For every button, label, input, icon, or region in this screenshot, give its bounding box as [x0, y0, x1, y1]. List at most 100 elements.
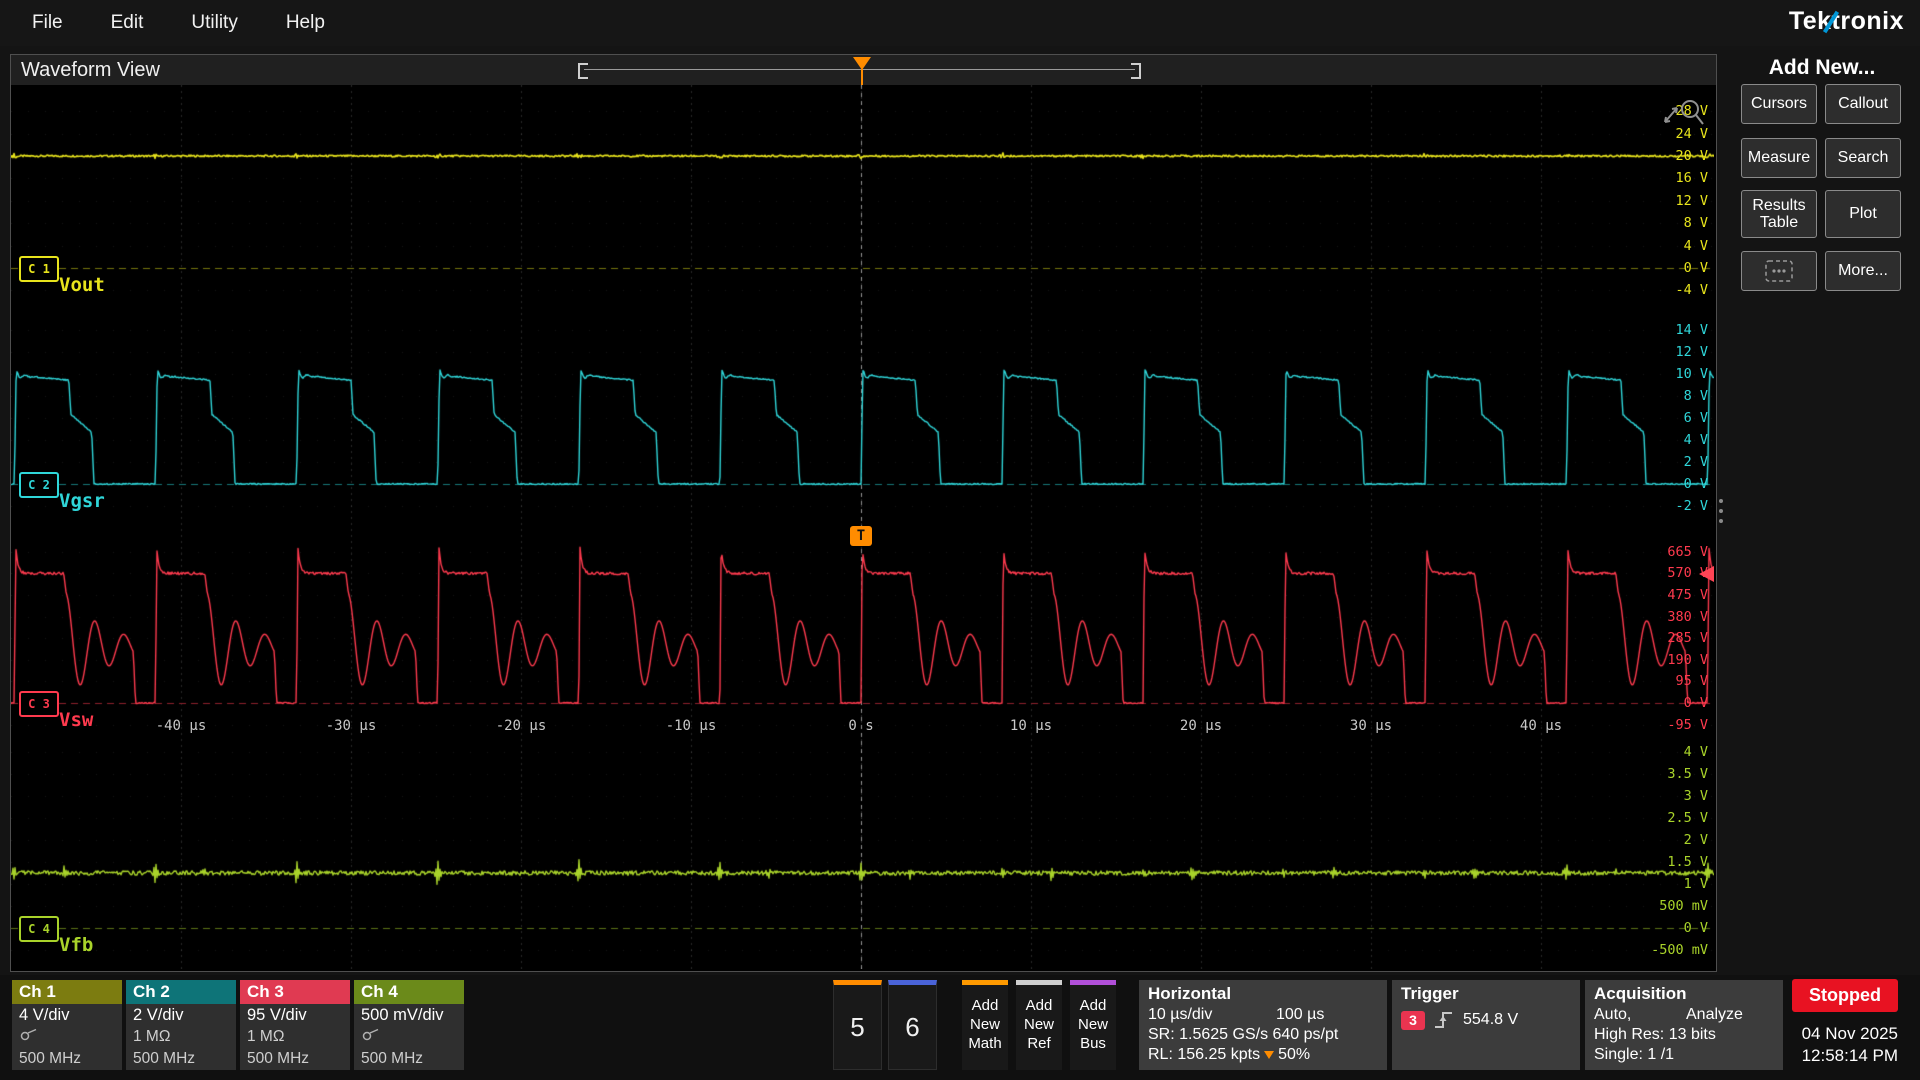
scale-label-ch4: 4 V — [1684, 744, 1708, 760]
grid-icon — [1764, 259, 1794, 283]
acquisition-mode: Auto, — [1594, 1006, 1686, 1024]
scale-label-ch4: 1.5 V — [1667, 854, 1708, 870]
channel-3-badge-panel[interactable]: Ch 3 95 V/div 1 MΩ 500 MHz — [240, 980, 350, 1070]
channel-1-badge-panel[interactable]: Ch 1 4 V/div 500 MHz — [12, 980, 122, 1070]
menu-help[interactable]: Help — [286, 12, 325, 34]
channel-badge-c2[interactable]: C 2 — [19, 472, 59, 498]
channel-2-impedance: 1 MΩ — [126, 1026, 236, 1048]
tektronix-logo: Tektronix — [1789, 7, 1904, 36]
waveform-view: Waveform View 28 V24 V20 V16 V12 V8 V4 V… — [10, 54, 1717, 972]
scale-label-ch3: 380 V — [1667, 609, 1708, 625]
add-new-ref-button[interactable]: Add New Ref — [1016, 980, 1062, 1070]
scale-label-ch1: -4 V — [1675, 282, 1708, 298]
waveform-plot[interactable]: 28 V24 V20 V16 V12 V8 V4 V0 V-4 VC 1Vout… — [11, 85, 1714, 969]
waveform-view-title: Waveform View — [21, 59, 160, 82]
search-button[interactable]: Search — [1825, 138, 1901, 178]
rising-edge-icon — [1433, 1010, 1455, 1030]
channel-4-badge-panel[interactable]: Ch 4 500 mV/div 500 MHz — [354, 980, 464, 1070]
trigger-title: Trigger — [1401, 984, 1571, 1004]
callout-button[interactable]: Callout — [1825, 84, 1901, 124]
time-axis-label: 20 µs — [1171, 718, 1231, 734]
scale-label-ch4: 2.5 V — [1667, 810, 1708, 826]
add-new-icon-button[interactable] — [1741, 251, 1817, 291]
trigger-level-arrow[interactable] — [1699, 566, 1714, 582]
acquisition-analyze: Analyze — [1686, 1006, 1743, 1024]
scale-label-ch2: 0 V — [1684, 476, 1708, 492]
channel-3-scale: 95 V/div — [240, 1004, 350, 1026]
horizontal-window: 100 µs — [1276, 1006, 1324, 1024]
channel-2-bandwidth: 500 MHz — [126, 1048, 236, 1070]
more-button[interactable]: More... — [1825, 251, 1901, 291]
scale-label-ch1: 8 V — [1684, 215, 1708, 231]
trigger-level: 554.8 V — [1463, 1011, 1518, 1029]
time-axis-label: 40 µs — [1511, 718, 1571, 734]
measure-button[interactable]: Measure — [1741, 138, 1817, 178]
channel-badge-c1[interactable]: C 1 — [19, 256, 59, 282]
scale-label-ch4: 3.5 V — [1667, 766, 1708, 782]
scale-label-ch1: 4 V — [1684, 238, 1708, 254]
add-new-math-button[interactable]: Add New Math — [962, 980, 1008, 1070]
channel-4-bandwidth: 500 MHz — [354, 1048, 464, 1070]
acquisition-single: Single: 1 /1 — [1594, 1046, 1774, 1064]
bracket-left[interactable] — [578, 63, 588, 79]
trigger-position-stem — [861, 69, 863, 85]
scale-label-ch4: 0 V — [1684, 920, 1708, 936]
channel-6-button[interactable]: 6 — [888, 980, 937, 1070]
time-axis-label: -10 µs — [661, 718, 721, 734]
scale-label-ch3: 95 V — [1675, 673, 1708, 689]
trigger-source-badge: 3 — [1401, 1011, 1425, 1030]
horizontal-panel[interactable]: Horizontal 10 µs/div 100 µs SR: 1.5625 G… — [1139, 980, 1387, 1070]
channel-badge-c3[interactable]: C 3 — [19, 691, 59, 717]
channel-4-probe-row — [354, 1026, 464, 1048]
scale-label-ch4: 2 V — [1684, 832, 1708, 848]
trigger-flag[interactable]: T — [850, 526, 872, 546]
add-new-panel: Add New... Cursors Callout Measure Searc… — [1727, 50, 1917, 970]
scale-label-ch4: 3 V — [1684, 788, 1708, 804]
channel-1-probe-row — [12, 1026, 122, 1048]
run-stop-status-button[interactable]: Stopped — [1792, 979, 1898, 1012]
horizontal-position: 50% — [1278, 1046, 1310, 1064]
horizontal-title: Horizontal — [1148, 984, 1378, 1004]
add-new-bus-button[interactable]: Add New Bus — [1070, 980, 1116, 1070]
probe-icon — [19, 1028, 39, 1042]
channel-5-button[interactable]: 5 — [833, 980, 882, 1070]
scale-label-ch3: -95 V — [1667, 717, 1708, 733]
menu-utility[interactable]: Utility — [191, 12, 237, 34]
cursors-button[interactable]: Cursors — [1741, 84, 1817, 124]
channel-1-bandwidth: 500 MHz — [12, 1048, 122, 1070]
channel-3-bandwidth: 500 MHz — [240, 1048, 350, 1070]
scale-label-ch2: 2 V — [1684, 454, 1708, 470]
trigger-panel[interactable]: Trigger 3 554.8 V — [1392, 980, 1580, 1070]
scale-label-ch2: 6 V — [1684, 410, 1708, 426]
channel-1-header: Ch 1 — [12, 980, 122, 1004]
scale-label-ch4: 1 V — [1684, 876, 1708, 892]
horizontal-record-length: RL: 156.25 kpts — [1148, 1046, 1260, 1064]
time-axis-label: -40 µs — [151, 718, 211, 734]
bracket-right[interactable] — [1131, 63, 1141, 79]
tektronix-logo-text: Tektronix — [1789, 7, 1904, 35]
scale-label-ch1: 0 V — [1684, 260, 1708, 276]
acquisition-title: Acquisition — [1594, 984, 1774, 1004]
channel-badge-c4[interactable]: C 4 — [19, 916, 59, 942]
scale-label-ch2: 8 V — [1684, 388, 1708, 404]
scale-label-ch2: 10 V — [1675, 366, 1708, 382]
scale-label-ch2: 4 V — [1684, 432, 1708, 448]
results-table-button[interactable]: Results Table — [1741, 190, 1817, 238]
panel-splitter-handle[interactable] — [1717, 496, 1725, 526]
menu-edit[interactable]: Edit — [111, 12, 144, 34]
time-axis-label: 10 µs — [1001, 718, 1061, 734]
scale-label-ch1: 20 V — [1675, 148, 1708, 164]
channel-signal-label: Vfb — [59, 934, 93, 956]
scale-label-ch2: 14 V — [1675, 322, 1708, 338]
channel-4-scale: 500 mV/div — [354, 1004, 464, 1026]
bottom-bar: Ch 1 4 V/div 500 MHz Ch 2 2 V/div 1 MΩ 5… — [0, 975, 1920, 1080]
scale-label-ch2: -2 V — [1675, 498, 1708, 514]
trigger-position-icon — [1264, 1051, 1274, 1059]
channel-2-badge-panel[interactable]: Ch 2 2 V/div 1 MΩ 500 MHz — [126, 980, 236, 1070]
plot-button[interactable]: Plot — [1825, 190, 1901, 238]
menu-file[interactable]: File — [32, 12, 63, 34]
channel-4-header: Ch 4 — [354, 980, 464, 1004]
zoom-icon[interactable] — [1660, 95, 1706, 131]
horizontal-sample-rate: SR: 1.5625 GS/s 640 ps/pt — [1148, 1026, 1378, 1044]
scale-label-ch3: 285 V — [1667, 630, 1708, 646]
